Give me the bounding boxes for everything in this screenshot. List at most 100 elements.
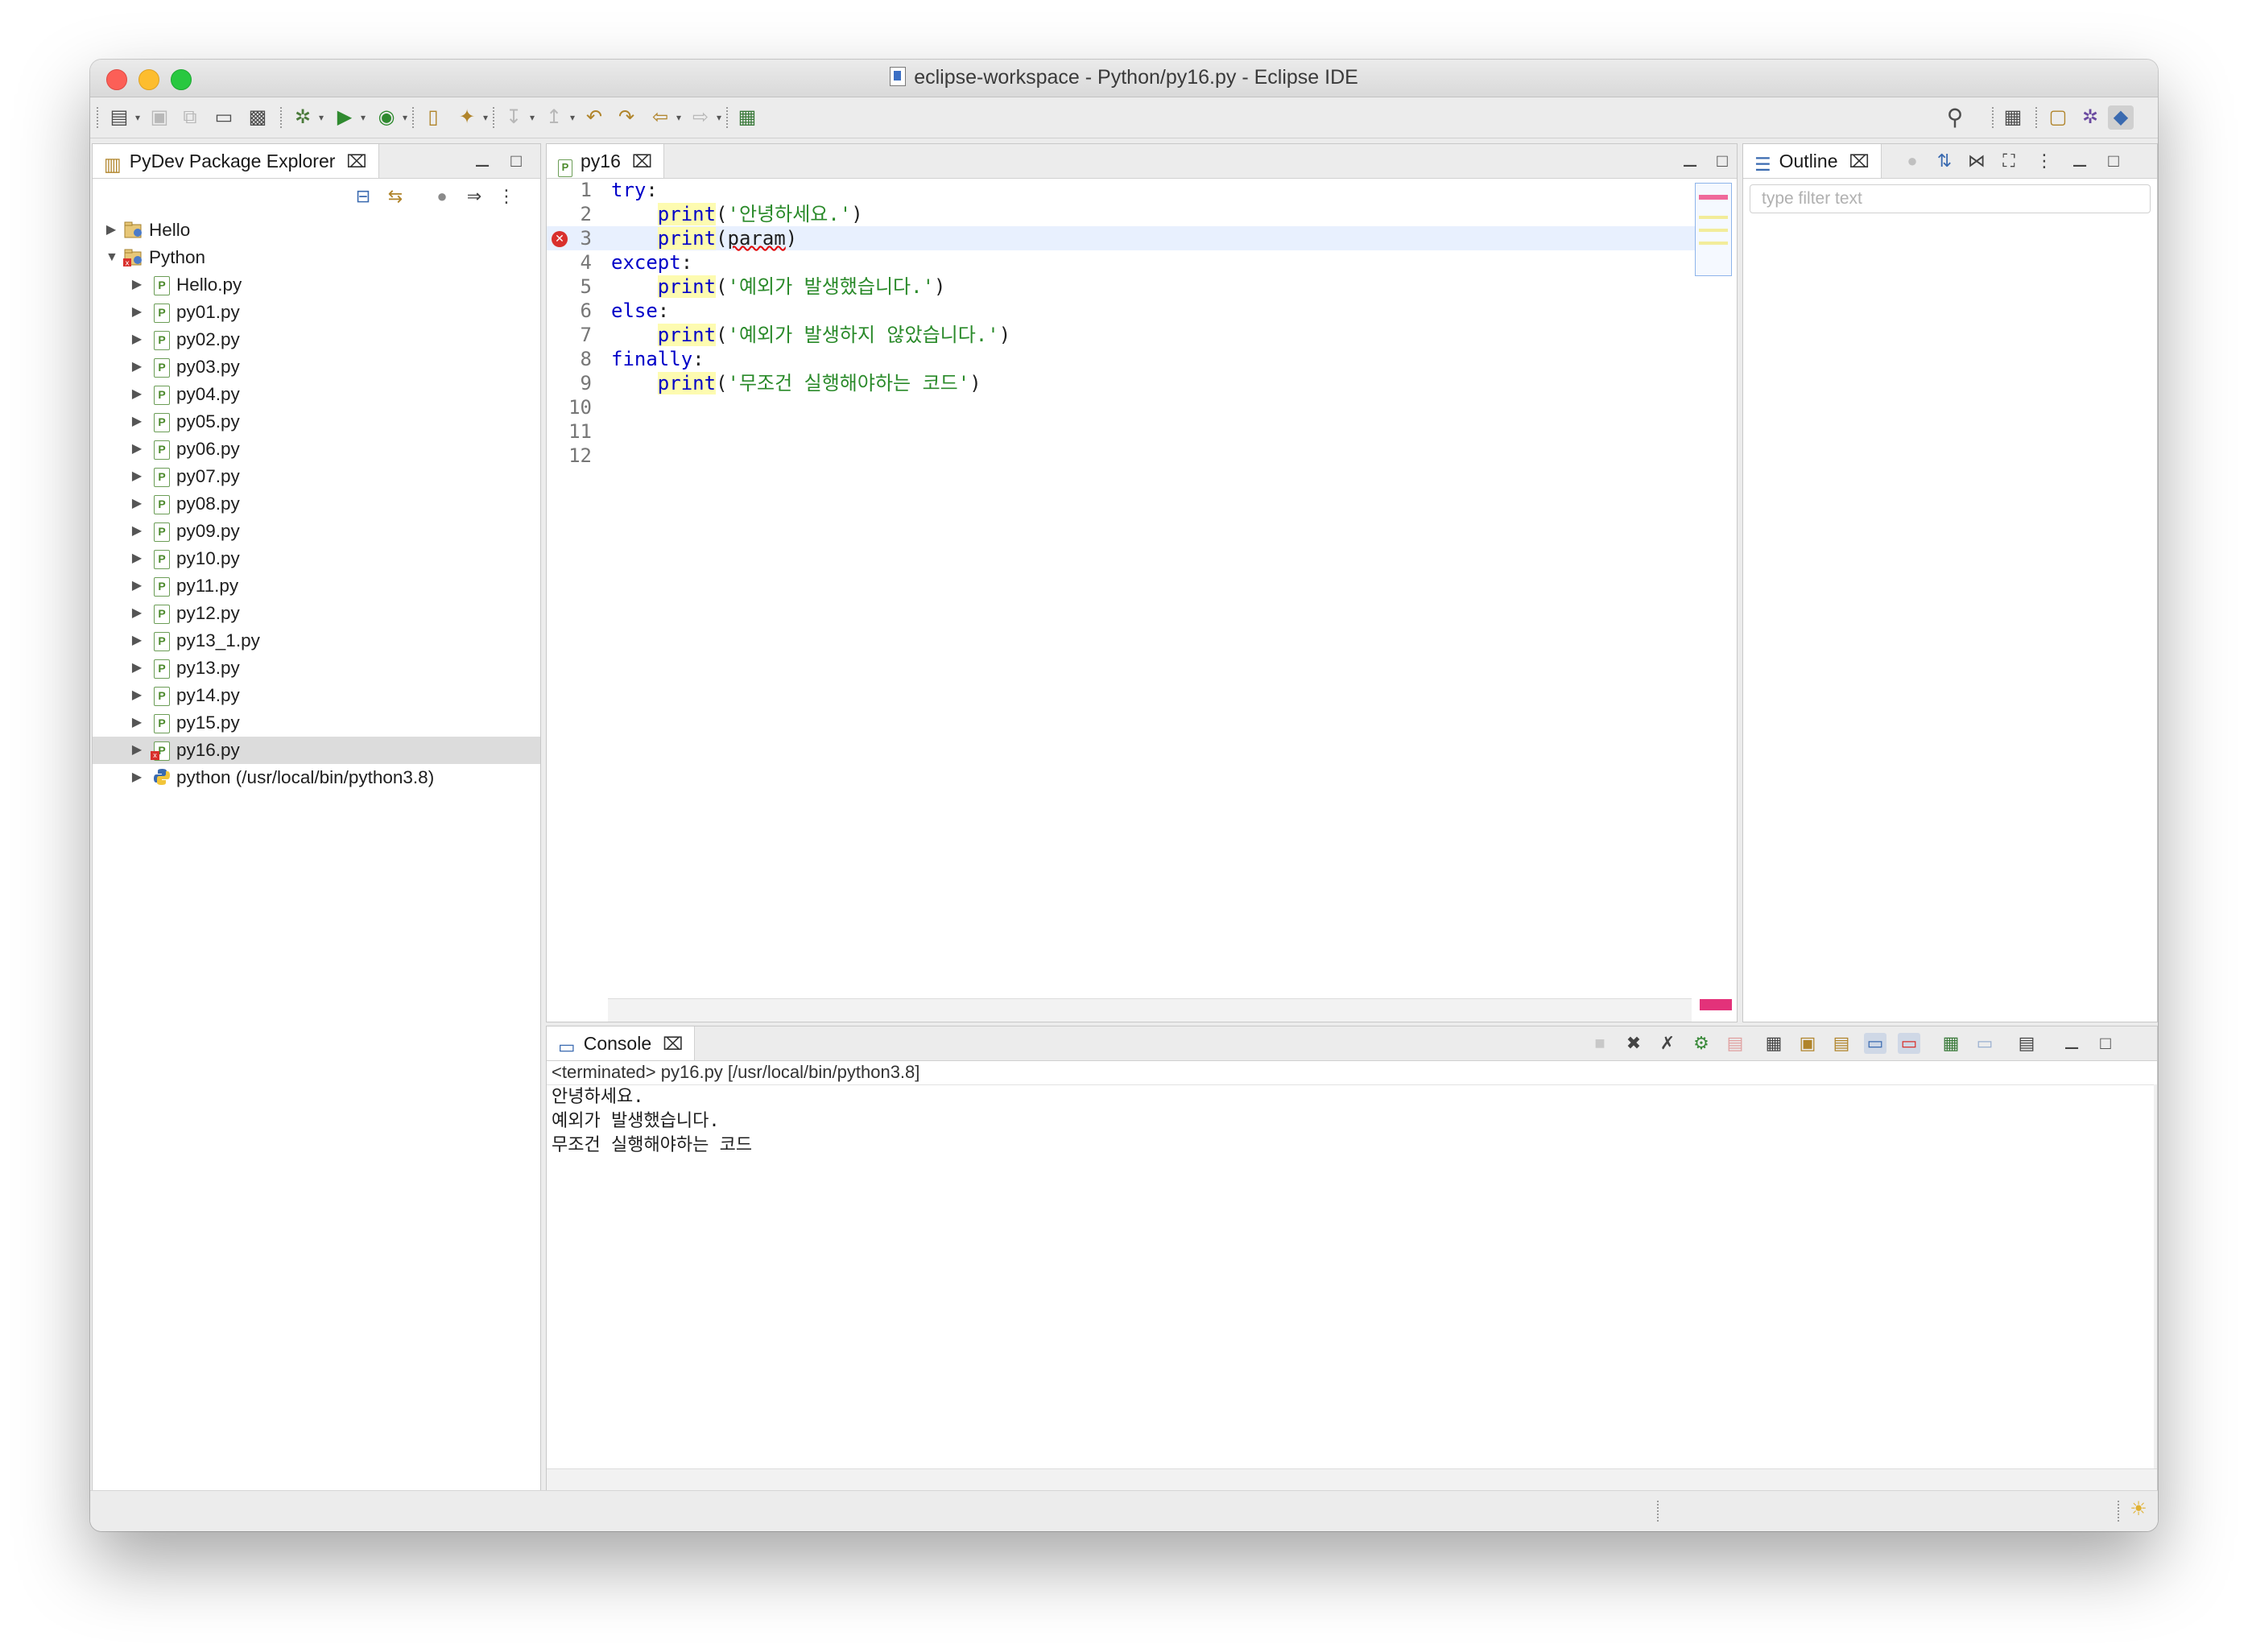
- open-console-icon[interactable]: ▤: [2015, 1033, 2038, 1054]
- code-line[interactable]: 11: [547, 419, 1695, 444]
- package-icon[interactable]: ▩: [245, 105, 271, 130]
- tree-item-file[interactable]: ▶ Ppy01.py: [93, 299, 540, 326]
- chevron-right-icon[interactable]: ▶: [131, 655, 143, 682]
- tree-item-file[interactable]: ▶ Ppy05.py: [93, 408, 540, 436]
- sync-icon[interactable]: ⇒: [463, 186, 486, 207]
- terminate-icon[interactable]: ■: [1589, 1033, 1611, 1054]
- tree-item-file[interactable]: ▶ Ppy07.py: [93, 463, 540, 490]
- chevron-right-icon[interactable]: ▶: [131, 299, 143, 326]
- tree-item-file[interactable]: ▶ Ppy08.py: [93, 490, 540, 518]
- chevron-right-icon[interactable]: ▶: [131, 627, 143, 655]
- coverage-icon[interactable]: ◉ ▾: [374, 105, 407, 130]
- tree-item-file[interactable]: ▶ Ppy13.py: [93, 655, 540, 682]
- tree-item-file[interactable]: ▶ Ppy09.py: [93, 518, 540, 545]
- error-marker[interactable]: [1699, 195, 1728, 200]
- console-output[interactable]: 안녕하세요. 예외가 발생했습니다. 무조건 실행해야하는 코드: [547, 1084, 2157, 1469]
- show-on-output-icon[interactable]: ▭: [1864, 1033, 1886, 1054]
- chevron-right-icon[interactable]: ▶: [131, 271, 143, 299]
- code-line[interactable]: 9 print('무조건 실행해야하는 코드'): [547, 371, 1695, 395]
- minimize-icon[interactable]: ⚊: [2068, 151, 2091, 171]
- open-folder-icon[interactable]: ▯: [420, 105, 446, 130]
- tab-py16[interactable]: Ppy16 ⌧: [547, 144, 665, 178]
- maximize-icon[interactable]: □: [505, 151, 527, 171]
- occurrence-marker[interactable]: [1699, 216, 1728, 219]
- chevron-down-icon[interactable]: ▼: [105, 244, 118, 271]
- chevron-right-icon[interactable]: ▶: [131, 463, 143, 490]
- forward-icon[interactable]: ⇨ ▾: [688, 105, 721, 130]
- back-icon[interactable]: ⇦ ▾: [647, 105, 681, 130]
- chevron-right-icon[interactable]: ▶: [131, 436, 143, 463]
- remove-launch-icon[interactable]: ✖: [1622, 1033, 1645, 1054]
- relaunch-icon[interactable]: ⚙: [1690, 1033, 1713, 1054]
- tree-item-file[interactable]: ▶ Ppy11.py: [93, 572, 540, 600]
- chevron-right-icon[interactable]: ▶: [131, 518, 143, 545]
- chevron-right-icon[interactable]: ▶: [105, 217, 117, 244]
- chevron-right-icon[interactable]: ▶: [131, 408, 143, 436]
- vertical-scrollbar[interactable]: [2154, 1084, 2157, 1469]
- tree-item-file[interactable]: ▶ P Hello.py: [93, 271, 540, 299]
- tree-item-project[interactable]: ▶ Hello: [93, 217, 540, 244]
- save-all-icon[interactable]: ⧉: [177, 105, 203, 130]
- link-editor-icon[interactable]: ⇆: [384, 186, 407, 207]
- code-line[interactable]: 12: [547, 444, 1695, 468]
- chevron-right-icon[interactable]: ▶: [131, 326, 143, 353]
- chevron-right-icon[interactable]: ▶: [131, 353, 143, 381]
- debug-icon[interactable]: ✲ ▾: [290, 105, 324, 130]
- close-icon[interactable]: ⌧: [632, 151, 652, 171]
- maximize-icon[interactable]: □: [2094, 1033, 2117, 1054]
- maximize-icon[interactable]: □: [1711, 151, 1734, 171]
- clear-console-icon[interactable]: ▦: [1762, 1033, 1785, 1054]
- code-line[interactable]: 7 print('예외가 발생하지 않았습니다.'): [547, 323, 1695, 347]
- minimize-icon[interactable]: ⚊: [471, 151, 494, 171]
- code-line[interactable]: 10: [547, 395, 1695, 419]
- tree-item-file[interactable]: ▶ Ppy06.py: [93, 436, 540, 463]
- filter-icon[interactable]: ●: [431, 186, 453, 207]
- collapse-all-icon[interactable]: ⊟: [352, 186, 374, 207]
- scroll-lock-icon[interactable]: ▣: [1796, 1033, 1819, 1054]
- collapse-all-icon[interactable]: ⋈: [1965, 151, 1988, 171]
- code-line[interactable]: 6 else:: [547, 299, 1695, 323]
- code-line[interactable]: 5 print('예외가 발생했습니다.'): [547, 275, 1695, 299]
- chevron-right-icon[interactable]: ▶: [131, 737, 143, 764]
- tree-item-file[interactable]: ▶ Ppy02.py: [93, 326, 540, 353]
- code-line[interactable]: 4 except:: [547, 250, 1695, 275]
- expand-all-icon[interactable]: ⛶: [1998, 151, 2020, 171]
- overview-ruler-viewport[interactable]: [1695, 183, 1732, 276]
- tree-item-interpreter[interactable]: ▶ python (/usr/local/bin/python3.8): [93, 764, 540, 791]
- back-edit-icon[interactable]: ↷: [614, 105, 639, 130]
- open-perspective-icon[interactable]: ▦: [2000, 105, 2026, 130]
- minimize-icon[interactable]: ⚊: [2060, 1033, 2083, 1054]
- tree-item-project[interactable]: ▼ x Python: [93, 244, 540, 271]
- tree-item-file[interactable]: ▶ Ppy15.py: [93, 709, 540, 737]
- terminal-icon[interactable]: ▭: [211, 105, 237, 130]
- save-icon[interactable]: ▣: [147, 105, 172, 130]
- tab-package-explorer[interactable]: ▥ PyDev Package Explorer ⌧: [93, 144, 379, 178]
- code-line[interactable]: ✕ 3 print(param): [547, 226, 1695, 250]
- lightbulb-icon[interactable]: ☀: [2126, 1497, 2151, 1522]
- prev-annotation-icon[interactable]: ↥ ▾: [541, 105, 575, 130]
- chevron-right-icon[interactable]: ▶: [131, 682, 143, 709]
- outline-filter-input[interactable]: type filter text: [1750, 184, 2151, 213]
- tree-item-file[interactable]: ▶ Ppy13_1.py: [93, 627, 540, 655]
- tab-outline[interactable]: ☰ Outline ⌧: [1743, 144, 1882, 178]
- tree-item-file[interactable]: ▶ Ppy14.py: [93, 682, 540, 709]
- error-summary-marker[interactable]: [1700, 999, 1732, 1010]
- wand-icon[interactable]: ✦ ▾: [454, 105, 488, 130]
- close-icon[interactable]: ⌧: [346, 151, 366, 171]
- python-perspective-icon[interactable]: ◆: [2108, 105, 2134, 130]
- horizontal-scrollbar[interactable]: [547, 1468, 2157, 1490]
- chevron-right-icon[interactable]: ▶: [131, 381, 143, 408]
- display-console-icon[interactable]: ▭: [1973, 1033, 1996, 1054]
- code-line[interactable]: 1 try:: [547, 178, 1695, 202]
- debug-perspective-icon[interactable]: ✲: [2077, 105, 2103, 130]
- chevron-right-icon[interactable]: ▶: [131, 600, 143, 627]
- minimize-icon[interactable]: ⚊: [1679, 151, 1701, 171]
- stop-icon[interactable]: ▤: [1724, 1033, 1746, 1054]
- word-wrap-icon[interactable]: ▤: [1830, 1033, 1853, 1054]
- tree-item-file[interactable]: ▶ Ppy03.py: [93, 353, 540, 381]
- next-annotation-icon[interactable]: ↧ ▾: [501, 105, 535, 130]
- open-perspective-task-icon[interactable]: ▦: [734, 105, 760, 130]
- chevron-right-icon[interactable]: ▶: [131, 490, 143, 518]
- pin-console-icon[interactable]: ▦: [1940, 1033, 1962, 1054]
- close-icon[interactable]: ⌧: [1849, 151, 1870, 171]
